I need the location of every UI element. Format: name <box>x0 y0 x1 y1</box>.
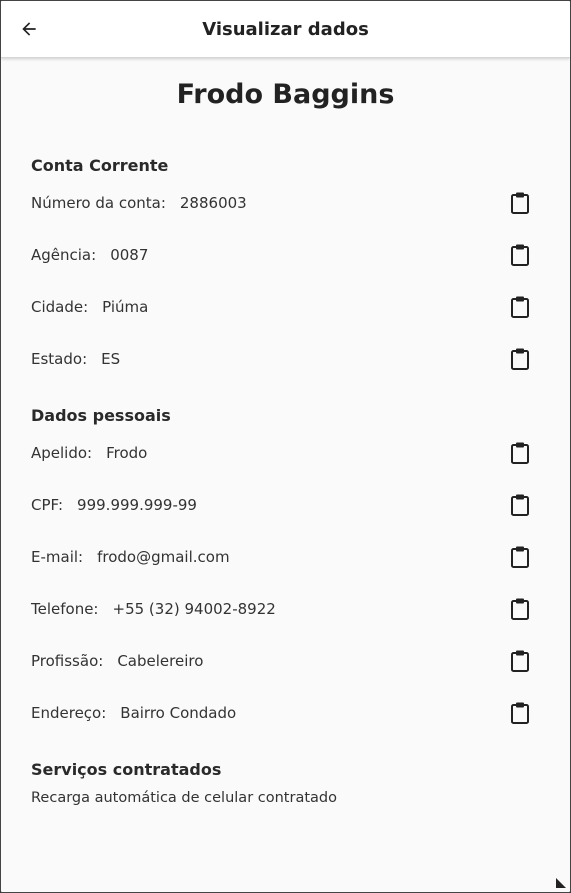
copy-button[interactable] <box>509 701 531 725</box>
page-title: Visualizar dados <box>202 19 369 40</box>
section-title-personal: Dados pessoais <box>31 406 171 425</box>
personal-row-address: Endereço: Bairro Condado <box>31 698 540 728</box>
copy-button[interactable] <box>509 545 531 569</box>
row-label: Agência: <box>31 246 97 264</box>
clipboard-icon <box>511 192 529 214</box>
copy-button[interactable] <box>509 441 531 465</box>
row-value: frodo@gmail.com <box>97 548 230 566</box>
row-value: +55 (32) 94002-8922 <box>112 600 276 618</box>
personal-row-cpf: CPF: 999.999.999-99 <box>31 490 540 520</box>
clipboard-icon <box>511 546 529 568</box>
personal-row-nickname: Apelido: Frodo <box>31 438 540 468</box>
row-value: 2886003 <box>179 194 247 212</box>
clipboard-icon <box>511 494 529 516</box>
copy-button[interactable] <box>509 243 531 267</box>
account-row-agency: Agência: 0087 <box>31 240 540 270</box>
clipboard-icon <box>511 348 529 370</box>
row-label: CPF: <box>31 496 64 514</box>
row-label: Endereço: <box>31 704 107 722</box>
clipboard-icon <box>511 650 529 672</box>
row-value: ES <box>101 350 121 368</box>
account-row-number: Número da conta: 2886003 <box>31 188 540 218</box>
personal-row-phone: Telefone: +55 (32) 94002-8922 <box>31 594 540 624</box>
row-label: Estado: <box>31 350 88 368</box>
row-value: Frodo <box>106 444 148 462</box>
row-label: Apelido: <box>31 444 93 462</box>
personal-row-email: E-mail: frodo@gmail.com <box>31 542 540 572</box>
row-label: Profissão: <box>31 652 104 670</box>
copy-button[interactable] <box>509 493 531 517</box>
account-row-city: Cidade: Piúma <box>31 292 540 322</box>
resize-grip-icon[interactable] <box>556 878 566 888</box>
row-value: 0087 <box>110 246 149 264</box>
clipboard-icon <box>511 244 529 266</box>
app-window: Visualizar dados Frodo Baggins Conta Cor… <box>0 0 571 893</box>
copy-button[interactable] <box>509 295 531 319</box>
row-label: E-mail: <box>31 548 84 566</box>
row-label: Número da conta: <box>31 194 166 212</box>
copy-button[interactable] <box>509 191 531 215</box>
row-value: Bairro Condado <box>120 704 237 722</box>
account-row-state: Estado: ES <box>31 344 540 374</box>
copy-button[interactable] <box>509 597 531 621</box>
row-label: Telefone: <box>31 600 99 618</box>
row-label: Cidade: <box>31 298 89 316</box>
row-value: Piúma <box>102 298 149 316</box>
services-description: Recarga automática de celular contratado <box>31 790 337 806</box>
section-title-services: Serviços contratados <box>31 760 222 779</box>
section-title-account: Conta Corrente <box>31 156 169 175</box>
row-value: Cabelereiro <box>117 652 204 670</box>
copy-button[interactable] <box>509 347 531 371</box>
app-bar: Visualizar dados <box>1 1 570 58</box>
clipboard-icon <box>511 598 529 620</box>
personal-row-profession: Profissão: Cabelereiro <box>31 646 540 676</box>
profile-name: Frodo Baggins <box>176 79 395 110</box>
clipboard-icon <box>511 296 529 318</box>
copy-button[interactable] <box>509 649 531 673</box>
clipboard-icon <box>511 702 529 724</box>
row-value: 999.999.999-99 <box>77 496 197 514</box>
clipboard-icon <box>511 442 529 464</box>
